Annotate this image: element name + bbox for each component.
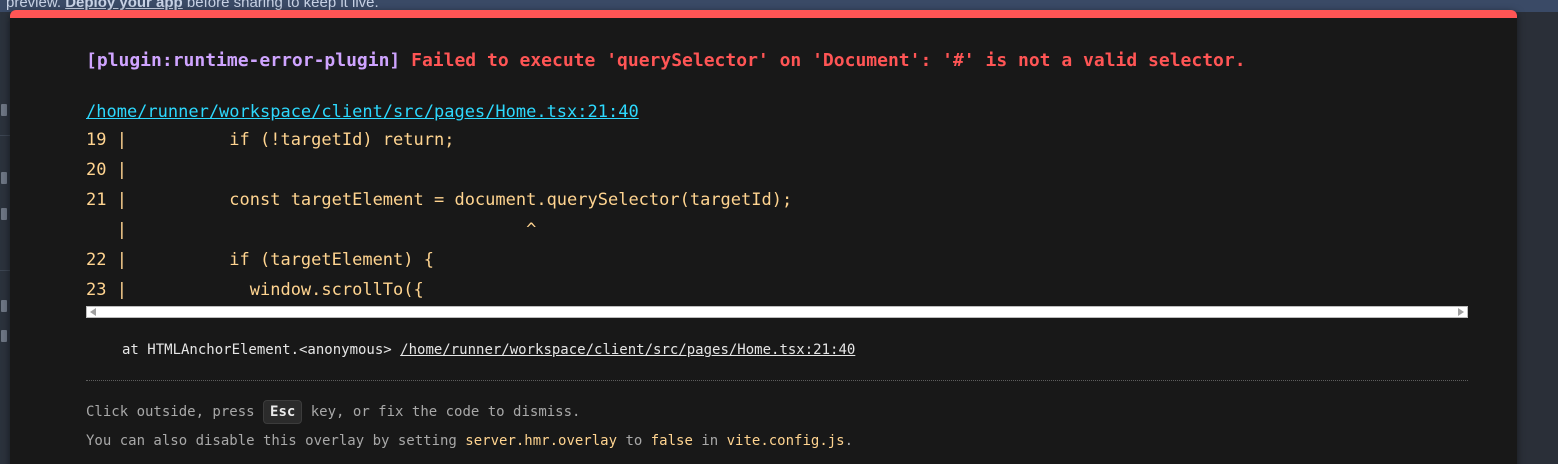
code-line: 21 | const targetElement = document.quer… [86,190,793,210]
scroll-left-arrow-icon[interactable] [90,308,96,316]
background-glyph [1,104,7,116]
config-key: server.hmr.overlay [465,433,618,449]
code-frame[interactable]: 19 | if (!targetId) return; 20 | 21 | co… [86,130,1468,310]
tip-text: . [844,433,854,449]
stack-frame-prefix: at HTMLAnchorElement.<anonymous> [122,342,392,358]
config-file: vite.config.js [726,433,845,449]
tip-text: in [692,433,727,449]
tip-text: to [617,433,651,449]
background-glyph [1,208,7,220]
code-frame-horizontal-scrollbar[interactable] [86,306,1468,318]
esc-key-badge: Esc [263,400,303,424]
code-line-caret: | ^ [86,220,537,240]
background-glyph [1,172,7,184]
config-value: false [650,433,693,449]
scroll-right-arrow-icon[interactable] [1458,308,1464,316]
tip-text: Click outside, press [86,404,264,420]
background-glyph [1,300,7,312]
code-line: 20 | [86,160,127,180]
tip-text: You can also disable this overlay by set… [86,433,466,449]
background-glyph [1,330,7,342]
error-text: Failed to execute 'querySelector' on 'Do… [411,50,1246,71]
tip-divider [86,380,1468,381]
error-overlay[interactable]: [plugin:runtime-error-plugin] Failed to … [10,10,1517,464]
error-file-link[interactable]: /home/runner/workspace/client/src/pages/… [86,102,639,122]
dismiss-tip: Click outside, press Esc key, or fix the… [86,400,580,424]
disable-overlay-tip: You can also disable this overlay by set… [86,433,853,449]
code-line: 22 | if (targetElement) { [86,250,434,270]
tip-text: key, or fix the code to dismiss. [302,404,581,420]
error-message: [plugin:runtime-error-plugin] Failed to … [86,50,1246,71]
plugin-label: [plugin:runtime-error-plugin] [86,50,401,71]
code-line: 19 | if (!targetId) return; [86,130,455,150]
stack-trace: at HTMLAnchorElement.<anonymous> /home/r… [122,342,855,358]
stack-frame-link[interactable]: /home/runner/workspace/client/src/pages/… [400,342,855,358]
